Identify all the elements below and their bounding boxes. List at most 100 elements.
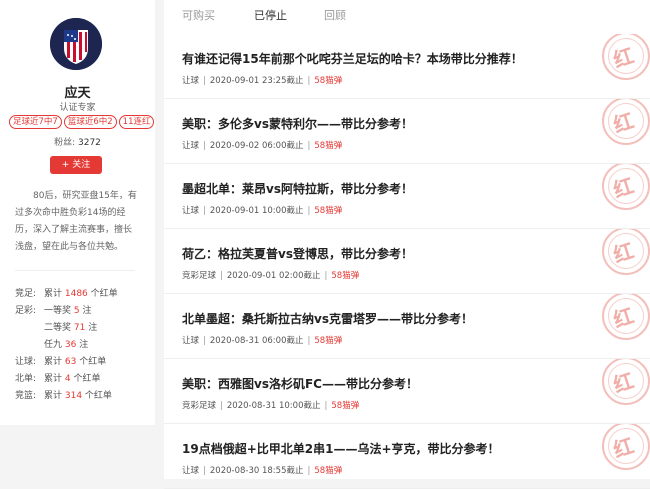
stat-row: 竞篮: 累计 314 个红单 <box>15 388 118 405</box>
meta-separator: | <box>203 336 206 346</box>
article-item[interactable]: 美职：多伦多vs蒙特利尔——带比分参考！ 让球 | 2020-09-02 06:00截… <box>164 99 650 164</box>
article-meta: 竞彩足球 | 2020-08-31 10:00截止 | 58猫弹 <box>182 399 359 411</box>
article-item[interactable]: 墨超北单：莱昂vs阿特拉斯，带比分参考！ 让球 | 2020-09-01 10:00截… <box>164 164 650 229</box>
red-stamp-icon: 红 <box>602 294 650 340</box>
stat-value: 二等奖 71 注 <box>44 320 97 337</box>
fans-count: 粉丝: 3272 <box>0 135 155 148</box>
stat-suffix: 个红单 <box>82 391 112 401</box>
meta-separator: | <box>220 401 223 411</box>
meta-separator: | <box>324 401 328 411</box>
stat-label: 北单: <box>15 374 37 384</box>
article-category: 让球 <box>182 141 200 151</box>
stat-value: 累计 314 个红单 <box>44 388 112 405</box>
expert-sidebar: 应天 认证专家 足球近7中7 篮球近6中2 11连红 粉丝: 3272 + 关注… <box>0 0 155 425</box>
tab-review[interactable]: 回顾 <box>324 7 346 23</box>
avatar[interactable] <box>50 18 102 70</box>
club-logo-icon <box>50 18 102 70</box>
red-stamp-icon: 红 <box>602 164 650 210</box>
article-category: 竞彩足球 <box>182 271 217 281</box>
stat-row: 足彩: 一等奖 5 注 <box>15 303 118 320</box>
stat-prefix: 累计 <box>44 374 65 384</box>
article-title[interactable]: 有谁还记得15年前那个叱咤芬兰足坛的哈卡？本场带比分推荐！ <box>182 50 523 67</box>
article-item[interactable]: 19点档俄超+比甲北单2串1——乌法+亨克，带比分参考！ 让球 | 2020-08-3… <box>164 424 650 489</box>
stat-suffix: 注 <box>76 340 89 350</box>
stat-number: 71 <box>73 323 86 333</box>
stat-suffix: 注 <box>79 306 92 316</box>
article-title[interactable]: 荷乙：格拉芙夏普vs登博思，带比分参考！ <box>182 245 413 262</box>
article-title[interactable]: 美职：西雅图vs洛杉矶FC——带比分参考！ <box>182 375 418 392</box>
article-meta: 让球 | 2020-09-01 23:25截止 | 58猫弹 <box>182 74 342 86</box>
meta-separator: | <box>220 271 223 281</box>
article-meta: 让球 | 2020-08-31 06:00截止 | 58猫弹 <box>182 334 342 346</box>
record-badge: 11连红 <box>118 115 155 129</box>
article-deadline: 2020-09-01 10:00截止 <box>209 206 304 216</box>
article-deadline: 2020-08-30 18:55截止 <box>209 466 304 476</box>
article-category: 让球 <box>182 336 200 346</box>
tab-stopped[interactable]: 已停止 <box>254 7 287 23</box>
stat-prefix: 累计 <box>44 289 65 299</box>
stat-suffix: 个红单 <box>87 289 118 299</box>
article-meta: 让球 | 2020-09-02 06:00截止 | 58猫弹 <box>182 139 342 151</box>
article-meta: 让球 | 2020-09-01 10:00截止 | 58猫弹 <box>182 204 342 216</box>
status-tabs: 可购买 已停止 回顾 <box>164 0 650 30</box>
stat-label: 竞篮: <box>15 391 37 401</box>
stat-label: 足彩: <box>15 306 37 316</box>
article-price: 58猫弹 <box>314 206 343 216</box>
article-panel: 可购买 已停止 回顾 有谁还记得15年前那个叱咤芬兰足坛的哈卡？本场带比分推荐！… <box>164 0 650 489</box>
meta-separator: | <box>307 206 311 216</box>
record-badge: 足球近7中7 <box>9 115 62 129</box>
article-title[interactable]: 墨超北单：莱昂vs阿特拉斯，带比分参考！ <box>182 180 413 197</box>
expert-role: 认证专家 <box>59 103 96 113</box>
article-category: 让球 <box>182 206 200 216</box>
stat-label: 竞足: <box>15 289 37 299</box>
article-price: 58猫弹 <box>331 271 360 281</box>
article-category: 让球 <box>182 466 200 476</box>
red-stamp-icon: 红 <box>602 99 650 145</box>
stat-row: 北单: 累计 4 个红单 <box>15 371 118 388</box>
meta-separator: | <box>307 336 311 346</box>
follow-button[interactable]: + 关注 <box>50 156 102 174</box>
article-title[interactable]: 北单墨超：桑托斯拉古纳vs克雷塔罗——带比分参考！ <box>182 310 473 327</box>
meta-separator: | <box>307 466 311 476</box>
record-badge: 篮球近6中2 <box>63 115 117 129</box>
red-stamp-icon: 红 <box>602 424 650 470</box>
meta-separator: | <box>203 141 206 151</box>
divider <box>15 270 135 271</box>
stat-value: 累计 63 个红单 <box>44 354 106 371</box>
article-price: 58猫弹 <box>314 336 343 346</box>
expert-stats: 竞足: 累计 1486 个红单 足彩: 一等奖 5 注 二等奖 71 注 任九 36… <box>15 286 118 405</box>
article-title[interactable]: 美职：多伦多vs蒙特利尔——带比分参考！ <box>182 115 413 132</box>
article-price: 58猫弹 <box>331 401 360 411</box>
article-price: 58猫弹 <box>314 466 343 476</box>
stat-row: 任九 36 注 <box>15 337 118 354</box>
stat-row: 竞足: 累计 1486 个红单 <box>15 286 118 303</box>
stat-prefix: 一等奖 <box>44 306 74 316</box>
meta-separator: | <box>203 206 206 216</box>
tab-available[interactable]: 可购买 <box>182 7 215 23</box>
article-category: 让球 <box>182 76 200 86</box>
article-meta: 让球 | 2020-08-30 18:55截止 | 58猫弹 <box>182 464 342 476</box>
red-stamp-icon: 红 <box>602 34 650 80</box>
stat-number: 314 <box>64 391 83 401</box>
meta-separator: | <box>324 271 328 281</box>
stat-value: 任九 36 注 <box>44 337 88 354</box>
expert-bio: 80后，研究亚盘15年，有过多次命中胜负彩14场的经历，深入了解主流赛事，擅长浅… <box>15 191 137 252</box>
meta-separator: | <box>203 76 206 86</box>
stat-suffix: 个红单 <box>70 374 101 384</box>
article-price: 58猫弹 <box>314 141 343 151</box>
article-item[interactable]: 北单墨超：桑托斯拉古纳vs克雷塔罗——带比分参考！ 让球 | 2020-08-31 0… <box>164 294 650 359</box>
stat-suffix: 注 <box>85 323 98 333</box>
article-item[interactable]: 美职：西雅图vs洛杉矶FC——带比分参考！ 竞彩足球 | 2020-08-31 10:… <box>164 359 650 424</box>
article-title[interactable]: 19点档俄超+比甲北单2串1——乌法+亨克，带比分参考！ <box>182 440 500 457</box>
stat-prefix: 任九 <box>44 340 65 350</box>
stat-number: 1486 <box>64 289 88 299</box>
record-badges: 足球近7中7 篮球近6中2 11连红 <box>9 115 155 129</box>
red-stamp-icon: 红 <box>602 359 650 405</box>
article-item[interactable]: 荷乙：格拉芙夏普vs登博思，带比分参考！ 竞彩足球 | 2020-09-01 02:0… <box>164 229 650 294</box>
expert-name: 应天 <box>64 86 91 101</box>
article-deadline: 2020-08-31 10:00截止 <box>226 401 321 411</box>
article-price: 58猫弹 <box>314 76 343 86</box>
stat-label <box>15 320 44 337</box>
article-item[interactable]: 有谁还记得15年前那个叱咤芬兰足坛的哈卡？本场带比分推荐！ 让球 | 2020-09-… <box>164 34 650 99</box>
stat-row: 让球: 累计 63 个红单 <box>15 354 118 371</box>
